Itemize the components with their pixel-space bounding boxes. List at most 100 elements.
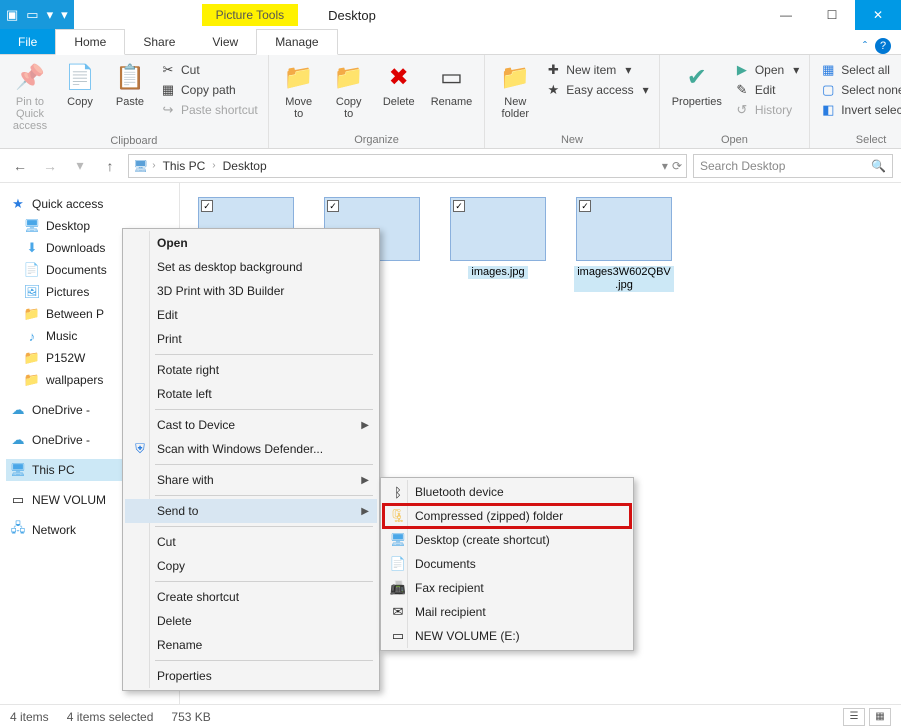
ctx-rotate-left[interactable]: Rotate left bbox=[125, 382, 377, 406]
breadcrumb-sep[interactable]: › bbox=[212, 160, 215, 171]
desktop-icon: 🖥 bbox=[24, 218, 40, 234]
maximize-button[interactable]: ☐ bbox=[809, 0, 855, 30]
tab-share[interactable]: Share bbox=[125, 30, 194, 54]
ctx-cast[interactable]: Cast to Device▶ bbox=[125, 413, 377, 437]
sendto-desktop[interactable]: 🖥Desktop (create shortcut) bbox=[383, 528, 631, 552]
ctx-rotate-right[interactable]: Rotate right bbox=[125, 358, 377, 382]
ctx-copy[interactable]: Copy bbox=[125, 554, 377, 578]
address-dropdown-icon[interactable]: ▾ bbox=[662, 159, 668, 173]
group-label-organize: Organize bbox=[275, 133, 479, 146]
file-caption: images.jpg bbox=[468, 266, 527, 279]
ctx-delete[interactable]: Delete bbox=[125, 609, 377, 633]
menu-separator bbox=[155, 660, 373, 661]
tab-home[interactable]: Home bbox=[55, 29, 125, 55]
close-button[interactable]: ✕ bbox=[855, 0, 901, 30]
ctx-edit[interactable]: Edit bbox=[125, 303, 377, 327]
qat-properties-icon[interactable]: ▭ bbox=[26, 7, 38, 23]
new-folder-button[interactable]: 📁New folder bbox=[491, 59, 539, 122]
view-thumbnails-button[interactable]: ▦ bbox=[869, 708, 891, 726]
up-button[interactable]: ↑ bbox=[98, 154, 122, 178]
ribbon-collapse-icon[interactable]: ˆ bbox=[863, 39, 867, 53]
folder-icon: 📁 bbox=[24, 350, 40, 366]
ribbon-group-select: ▦Select all ▢Select none ◧Invert selecti… bbox=[810, 55, 901, 148]
tab-view[interactable]: View bbox=[194, 30, 257, 54]
new-item-icon: ✚ bbox=[545, 62, 561, 78]
ctx-open[interactable]: Open bbox=[125, 231, 377, 255]
select-none-button[interactable]: ▢Select none bbox=[816, 81, 901, 99]
sendto-documents[interactable]: 📄Documents bbox=[383, 552, 631, 576]
delete-button[interactable]: ✖Delete bbox=[375, 59, 423, 110]
submenu-arrow-icon: ▶ bbox=[361, 475, 369, 486]
file-item-3[interactable]: ✓ images.jpg bbox=[448, 197, 548, 292]
invert-selection-button[interactable]: ◧Invert selection bbox=[816, 101, 901, 119]
ctx-rename[interactable]: Rename bbox=[125, 633, 377, 657]
ctx-print[interactable]: Print bbox=[125, 327, 377, 351]
ctx-share-with[interactable]: Share with▶ bbox=[125, 468, 377, 492]
checkbox-icon[interactable]: ✓ bbox=[327, 200, 339, 212]
thumbnail-image: ✓ bbox=[576, 197, 672, 261]
select-all-icon: ▦ bbox=[820, 62, 836, 78]
qat-newfolder-icon[interactable]: ▾ bbox=[47, 7, 54, 23]
explorer-icon: ▣ bbox=[6, 7, 18, 23]
move-to-button[interactable]: 📁Move to bbox=[275, 59, 323, 122]
file-item-4[interactable]: ✓ images3W602QBV.jpg bbox=[574, 197, 674, 292]
drive-icon: ▭ bbox=[389, 627, 407, 645]
search-input[interactable]: Search Desktop 🔍 bbox=[693, 154, 893, 178]
tree-quick-access[interactable]: ★Quick access bbox=[6, 193, 173, 215]
open-button[interactable]: ▶Open▾ bbox=[730, 61, 803, 79]
breadcrumb[interactable]: 🖥 › This PC › Desktop ▾ ⟳ bbox=[128, 154, 687, 178]
rename-button[interactable]: ▭Rename bbox=[425, 59, 479, 110]
ctx-set-background[interactable]: Set as desktop background bbox=[125, 255, 377, 279]
edit-button[interactable]: ✎Edit bbox=[730, 81, 803, 99]
star-icon: ★ bbox=[10, 196, 26, 212]
ctx-create-shortcut[interactable]: Create shortcut bbox=[125, 585, 377, 609]
recent-dropdown[interactable]: ▾ bbox=[68, 154, 92, 178]
back-button[interactable]: ← bbox=[8, 154, 32, 178]
tab-manage[interactable]: Manage bbox=[256, 29, 337, 55]
copy-to-button[interactable]: 📁Copy to bbox=[325, 59, 373, 122]
forward-button[interactable]: → bbox=[38, 154, 62, 178]
properties-icon: ✔ bbox=[681, 61, 713, 93]
sendto-mail[interactable]: ✉Mail recipient bbox=[383, 600, 631, 624]
qat-customize-icon[interactable]: ▾ bbox=[61, 7, 68, 23]
ctx-properties[interactable]: Properties bbox=[125, 664, 377, 688]
checkbox-icon[interactable]: ✓ bbox=[579, 200, 591, 212]
help-icon[interactable]: ? bbox=[875, 38, 891, 54]
history-button[interactable]: ↺History bbox=[730, 101, 803, 119]
ctx-3d-print[interactable]: 3D Print with 3D Builder bbox=[125, 279, 377, 303]
pc-icon: 🖥 bbox=[10, 462, 26, 478]
checkbox-icon[interactable]: ✓ bbox=[453, 200, 465, 212]
select-all-button[interactable]: ▦Select all bbox=[816, 61, 901, 79]
copy-button[interactable]: 📄Copy bbox=[56, 59, 104, 110]
easy-access-button[interactable]: ★Easy access▾ bbox=[541, 81, 652, 99]
breadcrumb-thispc[interactable]: This PC bbox=[160, 159, 209, 173]
sendto-compressed-folder[interactable]: 🗜Compressed (zipped) folder bbox=[383, 504, 631, 528]
breadcrumb-sep[interactable]: › bbox=[152, 160, 155, 171]
sendto-new-volume[interactable]: ▭NEW VOLUME (E:) bbox=[383, 624, 631, 648]
minimize-button[interactable]: — bbox=[763, 0, 809, 30]
drive-icon: ▭ bbox=[10, 492, 26, 508]
edit-icon: ✎ bbox=[734, 82, 750, 98]
pin-button[interactable]: 📌Pin to Quick access bbox=[6, 59, 54, 134]
refresh-icon[interactable]: ⟳ bbox=[672, 159, 682, 173]
ctx-cut[interactable]: Cut bbox=[125, 530, 377, 554]
copy-path-button[interactable]: ▦Copy path bbox=[156, 81, 262, 99]
new-item-button[interactable]: ✚New item▾ bbox=[541, 61, 652, 79]
select-none-icon: ▢ bbox=[820, 82, 836, 98]
breadcrumb-desktop[interactable]: Desktop bbox=[220, 159, 270, 173]
sendto-fax[interactable]: 📠Fax recipient bbox=[383, 576, 631, 600]
paste-shortcut-button[interactable]: ↪Paste shortcut bbox=[156, 101, 262, 119]
ribbon: 📌Pin to Quick access 📄Copy 📋Paste ✂Cut ▦… bbox=[0, 55, 901, 149]
cut-button[interactable]: ✂Cut bbox=[156, 61, 262, 79]
music-icon: ♪ bbox=[24, 328, 40, 344]
delete-icon: ✖ bbox=[383, 61, 415, 93]
tab-file[interactable]: File bbox=[0, 29, 55, 54]
properties-button[interactable]: ✔Properties bbox=[666, 59, 728, 110]
ctx-defender[interactable]: ⛨Scan with Windows Defender... bbox=[125, 437, 377, 461]
view-details-button[interactable]: ☰ bbox=[843, 708, 865, 726]
bluetooth-icon: ᛒ bbox=[389, 483, 407, 501]
ctx-send-to[interactable]: Send to▶ bbox=[125, 499, 377, 523]
sendto-bluetooth[interactable]: ᛒBluetooth device bbox=[383, 480, 631, 504]
checkbox-icon[interactable]: ✓ bbox=[201, 200, 213, 212]
paste-button[interactable]: 📋Paste bbox=[106, 59, 154, 110]
